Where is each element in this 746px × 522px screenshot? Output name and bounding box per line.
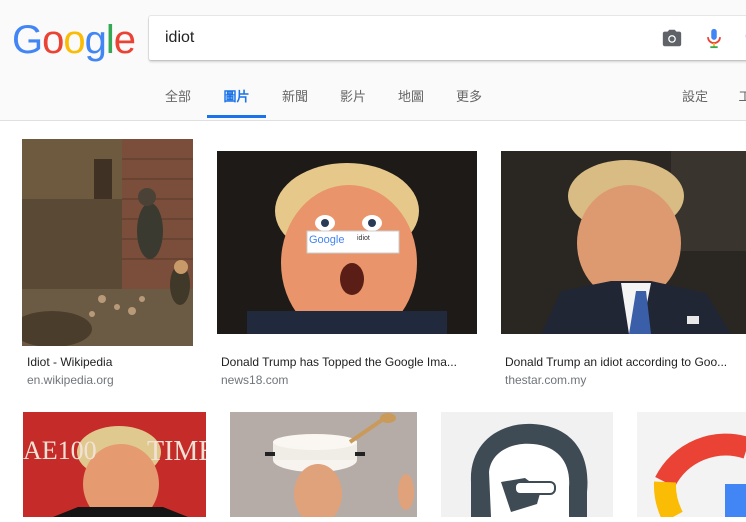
image-result[interactable]: Google idiot Donald Trump has Topped the… (217, 151, 479, 391)
result-thumbnail[interactable]: Google idiot (217, 151, 477, 334)
image-result[interactable]: Idiot - Wikipedia en.wikipedia.org (22, 139, 198, 389)
header: Google 全部 圖片 新聞 影片 地圖 更多 設定 工 (0, 0, 746, 121)
result-thumbnail[interactable]: AE100 TIME (23, 412, 206, 517)
tab-more[interactable]: 更多 (442, 80, 496, 118)
google-logo[interactable]: Google (12, 18, 136, 63)
image-results: Idiot - Wikipedia en.wikipedia.org Googl… (0, 121, 746, 517)
logo-letter: e (113, 18, 136, 62)
tab-settings[interactable]: 設定 (668, 80, 722, 118)
trump-desk-image (501, 151, 746, 334)
result-title[interactable]: Idiot - Wikipedia (27, 355, 197, 369)
trump-face-image (217, 151, 477, 334)
logo-letter: l (105, 18, 115, 62)
magazine-title: TIME (147, 436, 206, 467)
result-title[interactable]: Donald Trump has Topped the Google Ima..… (221, 355, 479, 369)
overlay-query: idiot (357, 235, 370, 242)
magazine-number: AE100 (23, 436, 97, 465)
image-result[interactable] (637, 412, 746, 522)
tab-images[interactable]: 圖片 (207, 80, 266, 118)
logo-letter: g (84, 18, 107, 62)
result-source[interactable]: en.wikipedia.org (27, 373, 197, 387)
result-thumbnail[interactable] (637, 412, 746, 517)
image-result[interactable] (441, 412, 613, 522)
tab-news[interactable]: 新聞 (268, 80, 322, 118)
result-title[interactable]: Donald Trump an idiot according to Goo..… (505, 355, 746, 369)
search-input[interactable] (165, 16, 635, 60)
image-result[interactable] (230, 412, 417, 522)
result-thumbnail[interactable] (441, 412, 613, 517)
overlay-google-logo: Google (309, 234, 345, 246)
tab-maps[interactable]: 地圖 (384, 80, 438, 118)
result-thumbnail[interactable] (501, 151, 746, 334)
logo-letter: G (12, 18, 43, 62)
painting-image (22, 139, 193, 346)
mic-icon[interactable] (703, 26, 725, 50)
tab-tools[interactable]: 工 (730, 80, 746, 118)
search-box[interactable] (149, 16, 746, 60)
google-g-logo-image (637, 412, 746, 517)
result-thumbnail[interactable] (230, 412, 417, 517)
tab-all[interactable]: 全部 (150, 80, 206, 118)
result-source[interactable]: thestar.com.my (505, 373, 746, 387)
facepalm-cartoon-image (441, 412, 613, 517)
result-thumbnail[interactable] (22, 139, 193, 346)
result-source[interactable]: news18.com (221, 373, 479, 387)
logo-letter: o (63, 18, 85, 62)
pot-head-image (230, 412, 417, 517)
tab-videos[interactable]: 影片 (326, 80, 380, 118)
logo-letter: o (42, 18, 64, 62)
search-tabs: 全部 圖片 新聞 影片 地圖 更多 設定 工 (0, 80, 746, 120)
camera-icon[interactable] (661, 27, 683, 49)
image-result[interactable]: Donald Trump an idiot according to Goo..… (501, 151, 746, 391)
image-result[interactable]: AE100 TIME (23, 412, 206, 522)
